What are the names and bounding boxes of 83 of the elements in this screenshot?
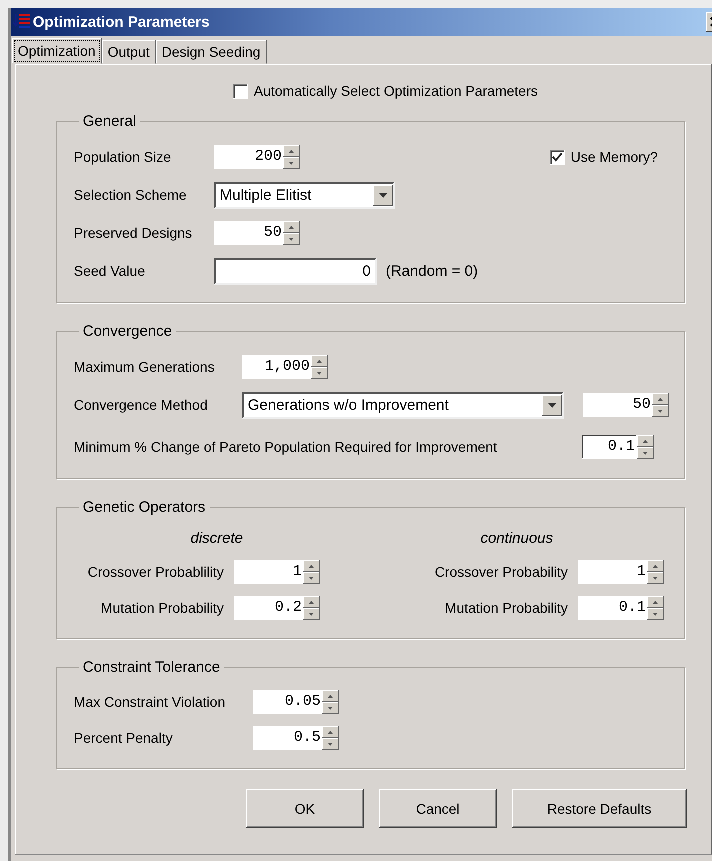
dropdown-button[interactable]: [373, 184, 393, 206]
spin-down-button[interactable]: [303, 572, 320, 584]
field-label: Mutation Probability: [101, 600, 224, 616]
up-arrow-icon: [309, 600, 314, 604]
spin-up-button[interactable]: [652, 393, 669, 405]
field-label: Minimum % Change of Pareto Population Required for Improvement: [74, 439, 498, 455]
group-title: Genetic Operators: [82, 499, 207, 516]
spin-up-button[interactable]: [647, 560, 664, 572]
tab[interactable]: Optimization: [12, 38, 102, 64]
field-label: Seed Value: [74, 263, 146, 279]
up-arrow-icon: [309, 564, 314, 568]
spin-down-button[interactable]: [322, 738, 339, 750]
spin-up-button[interactable]: [322, 726, 339, 738]
down-arrow-icon: [289, 238, 294, 240]
up-arrow-icon: [328, 730, 333, 734]
spin-down-button[interactable]: [283, 233, 300, 245]
up-arrow-icon: [328, 694, 333, 698]
spin-down-button[interactable]: [283, 157, 300, 169]
caret-icon: [548, 402, 556, 408]
down-arrow-icon: [317, 372, 322, 374]
up-arrow-icon: [653, 600, 658, 604]
field-label: Max Constraint Violation: [74, 694, 226, 710]
column-heading: continuous: [480, 529, 554, 549]
down-arrow-icon: [653, 576, 658, 580]
spin-down-button[interactable]: [303, 608, 320, 620]
spin-up-button[interactable]: [303, 596, 320, 608]
up-arrow-icon: [658, 398, 663, 400]
spin-up-button[interactable]: [647, 596, 664, 608]
up-arrow-icon: [289, 150, 294, 152]
group-title: Convergence: [82, 323, 174, 340]
down-arrow-icon: [328, 742, 333, 746]
spin-down-button[interactable]: [311, 367, 328, 379]
field-label: Mutation Probability: [445, 600, 568, 616]
check-icon: [552, 152, 563, 162]
checkbox-label: Use Memory?: [570, 149, 658, 165]
dialog-button[interactable]: Restore Defaults: [512, 789, 687, 828]
up-arrow-icon: [653, 564, 658, 568]
up-arrow-icon: [643, 440, 648, 442]
text-field[interactable]: 0: [214, 258, 377, 284]
down-arrow-icon: [658, 410, 663, 412]
app-icon: [13, 13, 31, 31]
hint-text: (Random = 0): [386, 262, 478, 280]
field-label: Convergence Method: [74, 397, 209, 413]
checkbox-label: Automatically Select Optimization Parameters: [254, 83, 538, 99]
group-title: General: [82, 113, 138, 130]
field-label: Percent Penalty: [74, 730, 174, 746]
spin-down-button[interactable]: [647, 572, 664, 584]
spin-down-button[interactable]: [637, 447, 654, 459]
field-label: Population Size: [74, 149, 172, 165]
group-title: Constraint Tolerance: [82, 659, 222, 676]
down-arrow-icon: [289, 162, 294, 164]
field-label: Crossover Probablility: [88, 564, 224, 580]
column-heading: discrete: [190, 529, 244, 549]
spin-up-button[interactable]: [303, 560, 320, 572]
spin-down-button[interactable]: [322, 702, 339, 714]
caret-icon: [378, 192, 388, 198]
field-label: Crossover Probability: [434, 564, 568, 580]
field-label: Preserved Designs: [74, 225, 194, 241]
down-arrow-icon: [328, 706, 333, 710]
field-label: Selection Scheme: [74, 187, 188, 203]
checkbox-box[interactable]: [550, 150, 565, 164]
tab[interactable]: Output: [102, 40, 156, 64]
window-title: Optimization Parameters: [33, 14, 211, 30]
spin-down-button[interactable]: [652, 405, 669, 417]
spin-up-button[interactable]: [637, 435, 654, 447]
down-arrow-icon: [309, 612, 314, 616]
up-arrow-icon: [317, 360, 322, 362]
down-arrow-icon: [653, 612, 658, 616]
dialog-button[interactable]: OK: [246, 789, 364, 828]
spin-up-button[interactable]: [283, 221, 300, 233]
field-label: Maximum Generations: [74, 359, 216, 375]
spin-up-button[interactable]: [283, 145, 300, 157]
up-arrow-icon: [289, 226, 294, 228]
dialog-button[interactable]: Cancel: [379, 789, 497, 828]
down-arrow-icon: [309, 576, 314, 580]
spin-up-button[interactable]: [311, 355, 328, 367]
dropdown-button[interactable]: [542, 394, 562, 416]
down-arrow-icon: [643, 452, 648, 454]
spin-down-button[interactable]: [647, 608, 664, 620]
tab[interactable]: Design Seeding: [156, 40, 267, 64]
spinner-field[interactable]: 0.1: [582, 435, 637, 459]
checkbox-box[interactable]: [233, 84, 248, 98]
spin-up-button[interactable]: [322, 690, 339, 702]
